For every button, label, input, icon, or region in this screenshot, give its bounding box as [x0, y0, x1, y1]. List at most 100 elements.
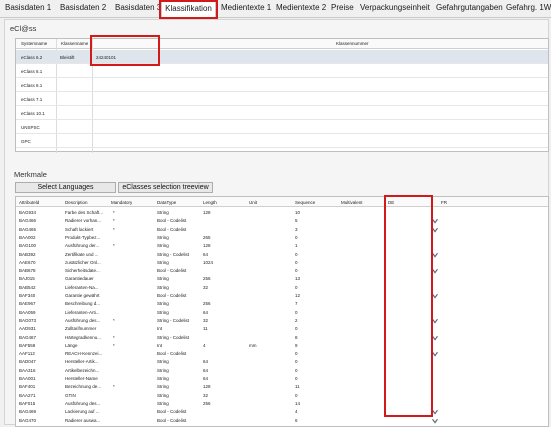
eclass-row[interactable]: eClass 6.2 Bleistift 24240101: [16, 50, 548, 64]
table-row[interactable]: BAF559 Länge * Int 4 mm 9: [16, 342, 548, 348]
table-row[interactable]: AAE670 zusätzlicher Onl... String 1024 0: [16, 259, 548, 265]
cell-description: Lieferanten-Arti...: [65, 309, 100, 315]
table-row[interactable]: BAA271 GTIN String 32 0: [16, 392, 548, 398]
tab-medientexte-1[interactable]: Medientexte 1: [221, 3, 271, 12]
cell-description: Radierer vorhan...: [65, 218, 102, 224]
chevron-down-icon[interactable]: [432, 351, 438, 357]
cell-sequence: 6: [295, 417, 298, 423]
cell-length: 4: [203, 342, 206, 348]
eclass-grid: Systemname Klassenname Klassennummer eCl…: [15, 38, 549, 153]
cell-length: 64: [203, 309, 209, 315]
table-row[interactable]: BAB392 Zertifikate und ... String - Codeli…: [16, 251, 548, 258]
cell-description: Zertifikate und ...: [65, 251, 99, 257]
chevron-down-icon[interactable]: [432, 227, 438, 233]
eclass-system: eClass 8.1: [21, 83, 43, 88]
chevron-down-icon[interactable]: [432, 335, 438, 341]
cell-sequence: 4: [295, 409, 298, 415]
cell-datatype: String - Codelist: [157, 251, 190, 257]
cell-datatype: String: [157, 309, 169, 315]
tab-verpackungseinheit[interactable]: Verpackungseinheit: [360, 3, 430, 12]
chevron-down-icon[interactable]: [432, 268, 438, 274]
cell-attribute-id: BAE967: [19, 301, 36, 307]
table-row[interactable]: BAG100 Ausführung der... * String 128 1: [16, 242, 548, 248]
table-row[interactable]: BAB678 Sicherheitsdate... Bool - Codelist 0: [16, 267, 548, 274]
eclasses-treeview-button[interactable]: eClasses selection treeview: [118, 182, 213, 193]
col-header-datatype: DataType: [157, 200, 177, 205]
cell-description: Sicherheitsdate...: [65, 268, 100, 274]
table-row[interactable]: BAG465 Schaft lackiert * Bool - Codelist 3: [16, 226, 548, 233]
cell-length: 265: [203, 234, 211, 240]
cell-length: 128: [203, 210, 211, 215]
table-row[interactable]: BAE967 Beschreibung d... String 256 7: [16, 300, 548, 306]
table-row[interactable]: BAG469 Lackierung auf ... Bool - Codelist 4: [16, 408, 548, 415]
cell-datatype: Bool - Codelist: [157, 293, 187, 298]
cell-attribute-id: BAJ015: [19, 276, 35, 282]
eclass-row[interactable]: eClass 8.1: [16, 78, 548, 92]
table-row[interactable]: BAA002 Produkt-Typbez... String 265 0: [16, 234, 548, 240]
table-row[interactable]: BAA316 Artikelbezeichn... String 64 0: [16, 367, 548, 373]
cell-datatype: String: [157, 243, 169, 249]
tab-klassifikation[interactable]: Klassifikation: [161, 1, 216, 17]
cell-sequence: 0: [295, 284, 298, 290]
table-row[interactable]: BAG934 Farbe des Schaft... * String 128 10: [16, 209, 548, 215]
select-languages-button[interactable]: Select Languages: [15, 182, 116, 193]
tab-gefahrgutangaben[interactable]: Gefahrgutangaben: [436, 3, 503, 12]
table-row[interactable]: BAG467 Härtegradkennu... * String - Codelis…: [16, 334, 548, 341]
cell-attribute-id: BAF015: [19, 400, 36, 406]
cell-mandatory: *: [113, 243, 115, 249]
eclass-row[interactable]: UNSPSC: [16, 120, 548, 134]
cell-description: Radierer auswa...: [65, 417, 101, 423]
chevron-down-icon[interactable]: [432, 318, 438, 324]
tab-basisdaten-2[interactable]: Basisdaten 2: [60, 3, 106, 12]
table-row[interactable]: BAF340 Garantie gewährt Bool - Codelist 12: [16, 292, 548, 299]
cell-datatype: String: [157, 284, 169, 290]
tab-medientexte-2[interactable]: Medientexte 2: [276, 3, 326, 12]
chevron-down-icon[interactable]: [432, 252, 438, 258]
chevron-down-icon[interactable]: [432, 409, 438, 415]
table-row[interactable]: BAD047 Hersteller-Artik... String 64 0: [16, 358, 548, 364]
cell-datatype: String: [157, 376, 169, 381]
table-row[interactable]: BAG073 Ausführung des... * String - Codelis…: [16, 317, 548, 324]
cell-sequence: 0: [295, 251, 298, 257]
cell-description: Ausführung des...: [65, 317, 101, 323]
eclass-row[interactable]: GPC: [16, 134, 548, 148]
cell-mandatory: *: [113, 317, 115, 323]
chevron-down-icon[interactable]: [432, 418, 438, 424]
cell-description: Zolltarifnummer: [65, 326, 97, 332]
table-row[interactable]: BAJ015 Garantiedauer String 256 13: [16, 275, 548, 281]
eclass-system: eClass 10.1: [21, 111, 45, 116]
table-row[interactable]: BAG470 Radierer auswa... Bool - Codelist 6: [16, 417, 548, 424]
cell-description: Länge: [65, 342, 78, 348]
cell-datatype: String - Codelist: [157, 334, 190, 340]
col-header-de: DE: [388, 200, 395, 205]
cell-attribute-id: BAF559: [19, 342, 36, 348]
chevron-down-icon[interactable]: [432, 293, 438, 299]
cell-sequence: 0: [295, 367, 298, 373]
table-row[interactable]: BAA059 Lieferanten-Arti... String 64 0: [16, 309, 548, 315]
cell-attribute-id: BAG467: [19, 334, 37, 340]
cell-length: 256: [203, 301, 211, 307]
table-row[interactable]: AAD931 Zolltarifnummer Int 11 0: [16, 325, 548, 331]
tab-basisdaten-3[interactable]: Basisdaten 3: [115, 3, 161, 12]
table-row[interactable]: AAF112 REACH-Kennzei... Bool - Codelist 0: [16, 350, 548, 357]
tab-preise[interactable]: Preise: [331, 3, 354, 12]
cell-attribute-id: BAB678: [19, 268, 36, 274]
table-row[interactable]: BAA001 Hersteller-Name String 64 0: [16, 375, 548, 381]
cell-datatype: Bool - Codelist: [157, 417, 187, 423]
eclass-row[interactable]: eClass 6.1: [16, 64, 548, 78]
table-row[interactable]: BAF401 Bezeichnung de... * String 128 11: [16, 383, 548, 389]
merkmale-table-header: Attributeld Description Mandatory DataTy…: [16, 197, 548, 207]
eclass-row[interactable]: eClass 7.1: [16, 92, 548, 106]
cell-sequence: 14: [295, 400, 301, 406]
eclass-number[interactable]: 24240101: [96, 55, 116, 60]
cell-mandatory: *: [113, 384, 115, 390]
table-row[interactable]: BAB542 Lieferanten-Na... String 32 0: [16, 284, 548, 290]
tab-basisdaten-1[interactable]: Basisdaten 1: [5, 3, 51, 12]
chevron-down-icon[interactable]: [432, 218, 438, 224]
table-row[interactable]: BAG466 Radierer vorhan... * Bool - Codelist…: [16, 217, 548, 224]
cell-datatype: Int: [157, 326, 163, 332]
table-row[interactable]: BAF015 Ausführung des... String 256 14: [16, 400, 548, 406]
eclass-system: UNSPSC: [21, 125, 40, 130]
eclass-row[interactable]: eClass 10.1: [16, 106, 548, 120]
tab-gefahrg-1ws[interactable]: Gefahrg. 1WS: [506, 3, 551, 12]
